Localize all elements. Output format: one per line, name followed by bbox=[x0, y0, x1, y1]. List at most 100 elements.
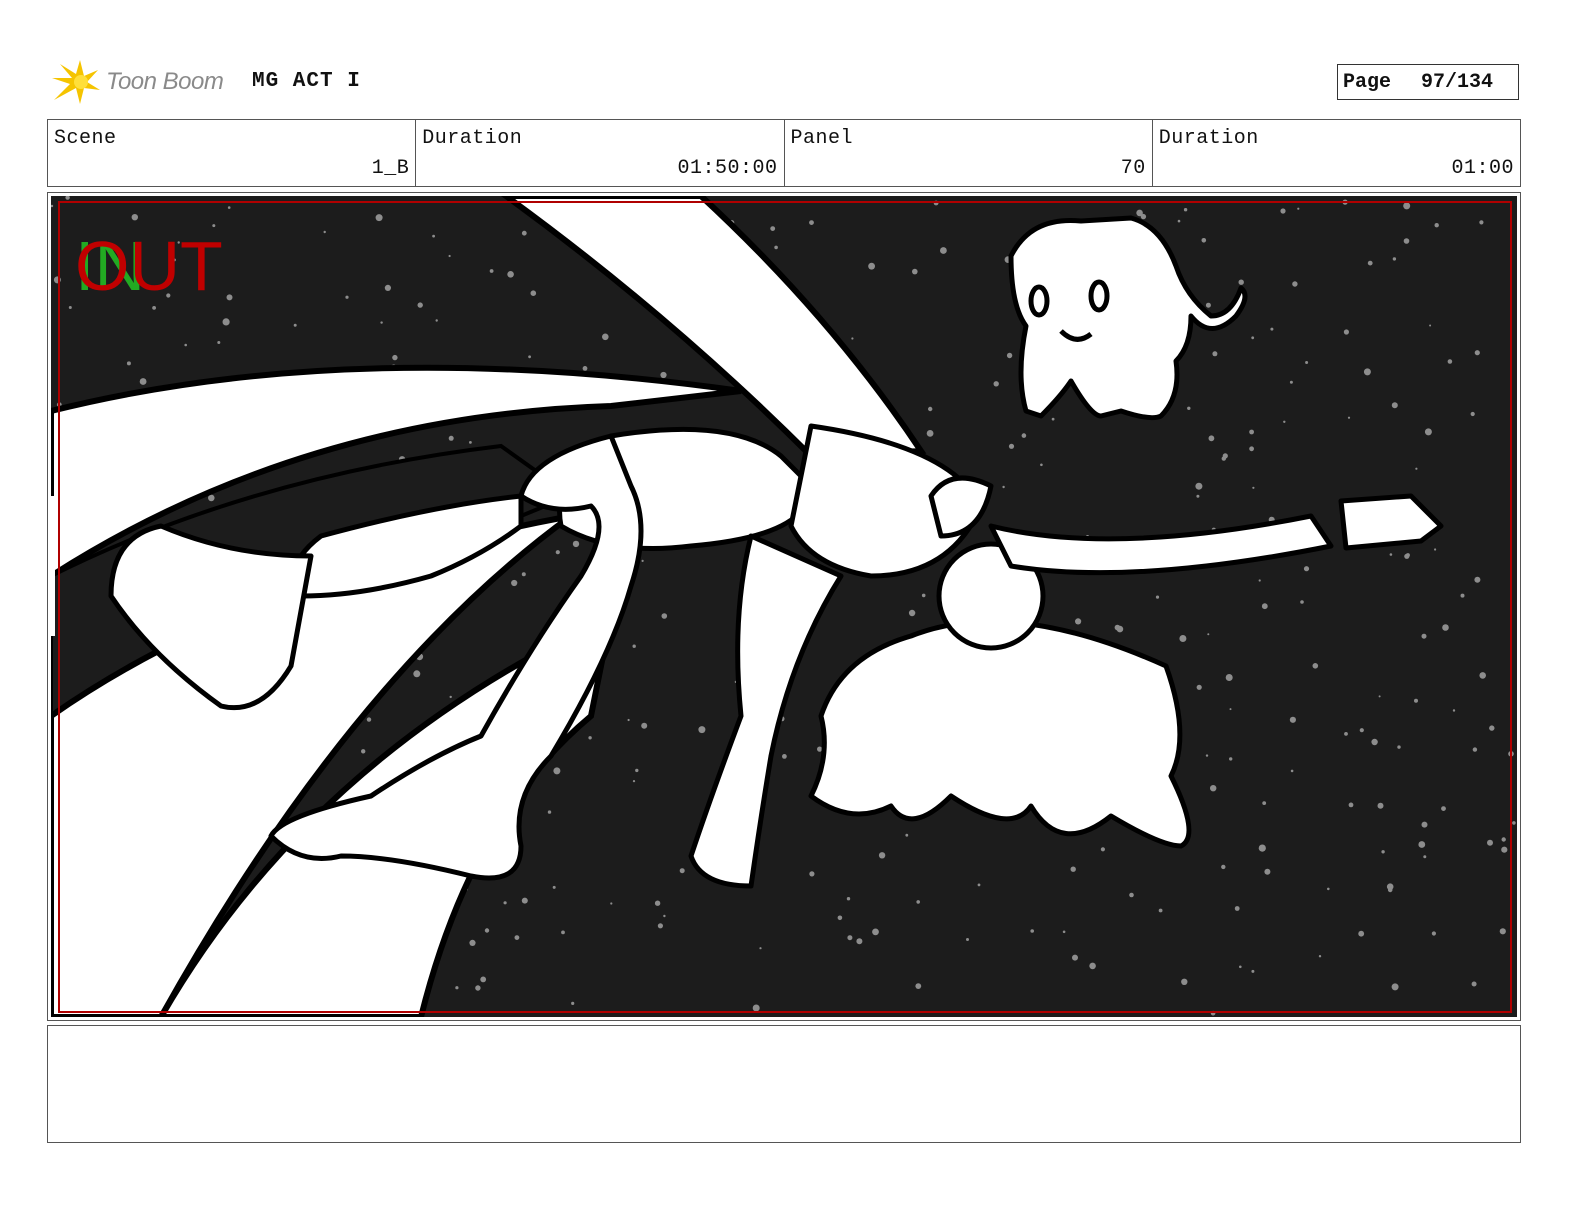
star-speck bbox=[654, 900, 661, 906]
star-speck bbox=[1405, 553, 1410, 558]
star-speck bbox=[1471, 981, 1477, 987]
star-speck bbox=[1116, 625, 1124, 633]
star-speck bbox=[1501, 846, 1508, 853]
star-speck bbox=[657, 923, 664, 929]
star-speck bbox=[1229, 708, 1232, 711]
star-speck bbox=[1479, 672, 1486, 679]
scene-cell: Scene 1_B bbox=[48, 120, 417, 186]
star-speck bbox=[384, 284, 391, 291]
star-speck bbox=[1030, 929, 1034, 933]
star-speck bbox=[1021, 433, 1027, 438]
star-speck bbox=[392, 354, 398, 361]
star-speck bbox=[1392, 257, 1397, 261]
brand-name: Toon Boom bbox=[106, 68, 224, 95]
star-speck bbox=[1207, 633, 1210, 636]
star-speck bbox=[851, 337, 854, 340]
star-speck bbox=[1212, 351, 1218, 357]
star-speck bbox=[1431, 931, 1436, 936]
star-speck bbox=[977, 883, 981, 887]
star-speck bbox=[635, 768, 639, 773]
star-speck bbox=[1239, 965, 1242, 969]
star-speck bbox=[661, 613, 668, 619]
star-speck bbox=[528, 355, 531, 359]
star-speck bbox=[1389, 553, 1393, 556]
star-speck bbox=[1403, 202, 1411, 210]
star-speck bbox=[1470, 411, 1475, 417]
page-label: Page bbox=[1343, 70, 1392, 94]
star-speck bbox=[131, 214, 138, 221]
star-speck bbox=[1421, 633, 1427, 639]
star-speck bbox=[588, 736, 592, 740]
star-speck bbox=[856, 938, 863, 945]
star-speck bbox=[782, 754, 787, 759]
star-speck bbox=[663, 914, 666, 918]
star-speck bbox=[448, 254, 451, 258]
scene-duration-label: Duration bbox=[422, 127, 523, 150]
star-speck bbox=[1292, 281, 1298, 287]
star-speck bbox=[1261, 603, 1268, 610]
scene-label: Scene bbox=[54, 127, 117, 150]
star-speck bbox=[1051, 417, 1055, 421]
star-speck bbox=[1347, 416, 1351, 419]
project-title: MG ACT I bbox=[252, 70, 361, 93]
star-speck bbox=[610, 902, 613, 905]
star-speck bbox=[1196, 684, 1202, 690]
star-speck bbox=[484, 928, 490, 933]
star-speck bbox=[1100, 847, 1105, 852]
star-speck bbox=[417, 302, 423, 308]
star-speck bbox=[68, 306, 72, 309]
star-speck bbox=[1201, 238, 1207, 243]
star-speck bbox=[1387, 887, 1393, 893]
star-speck bbox=[1358, 930, 1365, 937]
star-speck bbox=[1359, 728, 1364, 733]
star-speck bbox=[1136, 209, 1143, 217]
star-speck bbox=[1318, 955, 1322, 958]
star-speck bbox=[928, 406, 933, 412]
star-speck bbox=[293, 323, 297, 327]
star-speck bbox=[1205, 754, 1209, 757]
star-speck bbox=[1208, 435, 1215, 442]
star-speck bbox=[1251, 969, 1255, 973]
star-speck bbox=[1344, 732, 1348, 736]
star-speck bbox=[449, 695, 452, 699]
star-speck bbox=[361, 749, 366, 754]
star-speck bbox=[1252, 486, 1255, 489]
star-speck bbox=[152, 306, 156, 310]
star-speck bbox=[1403, 238, 1410, 244]
star-speck bbox=[413, 670, 421, 678]
star-speck bbox=[1195, 482, 1203, 490]
star-speck bbox=[878, 852, 886, 859]
star-speck bbox=[1391, 983, 1399, 991]
star-speck bbox=[1415, 467, 1418, 470]
star-speck bbox=[1371, 738, 1378, 746]
star-speck bbox=[184, 343, 187, 347]
star-speck bbox=[503, 901, 507, 905]
star-speck bbox=[1397, 745, 1401, 749]
star-speck bbox=[1183, 208, 1188, 212]
star-speck bbox=[455, 986, 459, 990]
star-speck bbox=[809, 871, 815, 877]
star-speck bbox=[217, 341, 221, 344]
star-speck bbox=[1487, 839, 1493, 846]
star-speck bbox=[547, 810, 552, 814]
star-speck bbox=[1297, 207, 1300, 210]
star-speck bbox=[641, 722, 648, 729]
star-speck bbox=[448, 435, 454, 441]
star-speck bbox=[627, 718, 630, 722]
star-speck bbox=[1303, 566, 1310, 572]
star-speck bbox=[1312, 663, 1319, 669]
star-speck bbox=[1479, 220, 1484, 225]
star-speck bbox=[1460, 593, 1465, 598]
star-speck bbox=[222, 318, 230, 326]
star-speck bbox=[1421, 821, 1428, 828]
star-speck bbox=[1187, 406, 1191, 410]
star-speck bbox=[1367, 260, 1373, 266]
star-speck bbox=[553, 767, 561, 775]
star-speck bbox=[571, 1001, 575, 1006]
storyboard-panel: IN OUT bbox=[47, 192, 1521, 1021]
star-speck bbox=[1179, 635, 1187, 642]
star-speck bbox=[1489, 725, 1495, 731]
star-speck bbox=[1070, 866, 1076, 872]
out-marker: OUT bbox=[75, 227, 223, 305]
star-speck bbox=[1075, 618, 1082, 625]
